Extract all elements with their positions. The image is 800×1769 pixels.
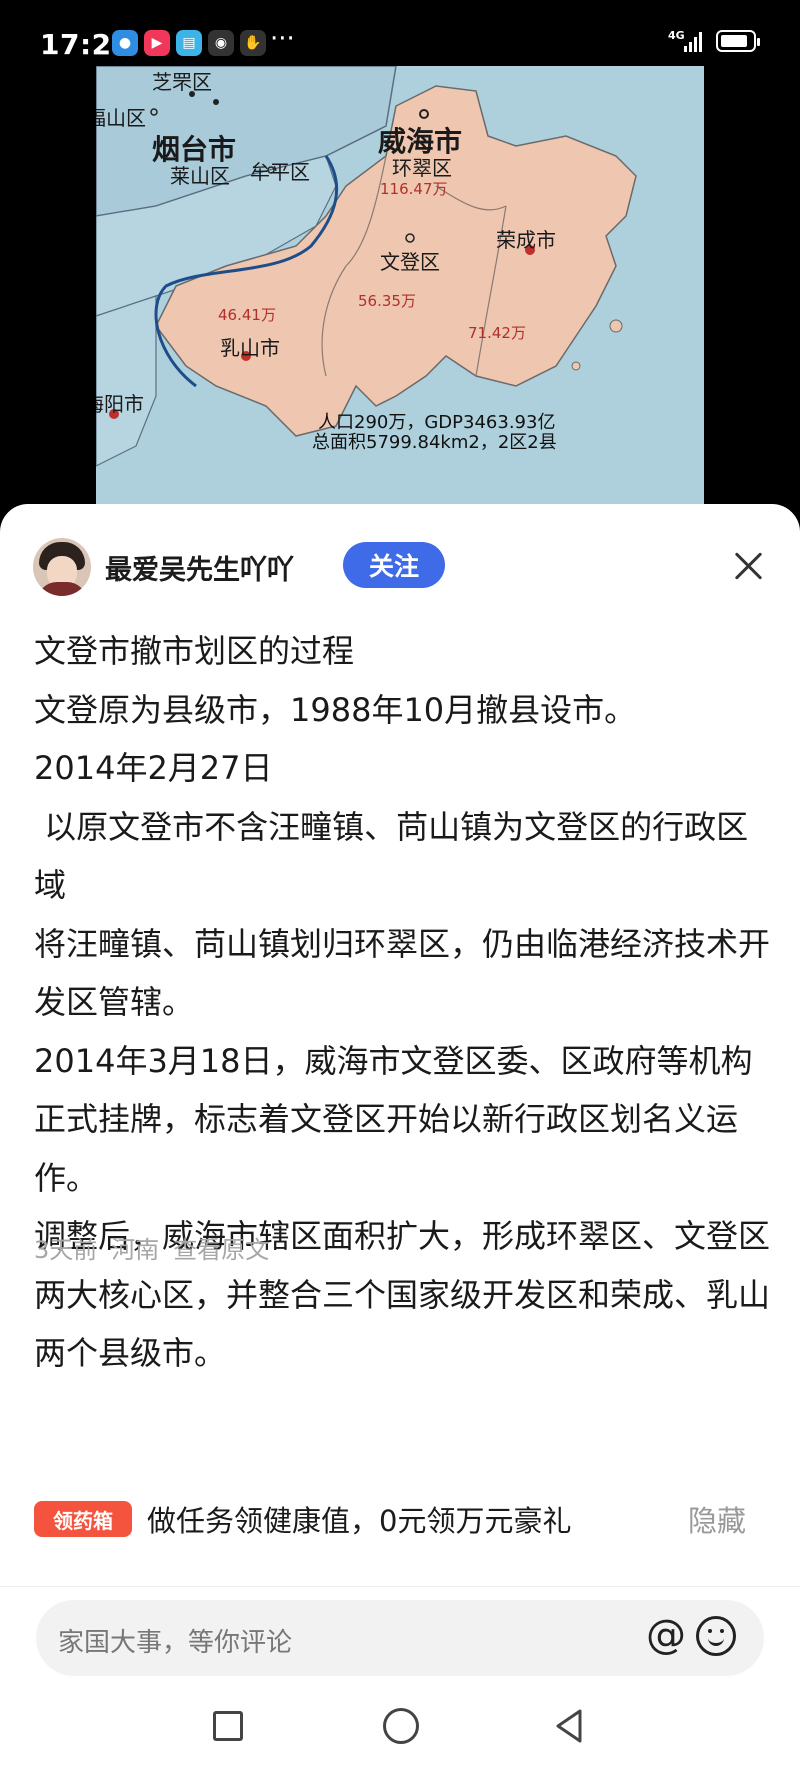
- map-label-huancui-pop: 116.47万: [380, 180, 448, 198]
- map-label-fushan: 福山区: [96, 106, 146, 130]
- post-paragraph: 将汪疃镇、苘山镇划归环翠区，仍由临港经济技术开发区管辖。: [34, 924, 771, 1022]
- video-app-icon: ▶: [144, 30, 170, 56]
- map-label-zhifu: 芝罘区: [152, 70, 212, 94]
- post-sheet: 最爱吴先生吖吖 关注 文登市撤市划区的过程 文登原为县级市，1988年10月撤县…: [0, 504, 800, 1769]
- map-label-huancui: 环翠区: [392, 156, 452, 180]
- notification-icons: ● ▶ ▤ ◉ ✋: [112, 30, 266, 56]
- post-image-map[interactable]: 芝罘区 福山区 烟台市 莱山区 牟平区 威海市 环翠区 116.47万 荣成市 …: [96, 66, 704, 506]
- map-label-rushan: 乳山市: [220, 336, 280, 360]
- comment-input[interactable]: 家国大事，等你评论 @: [36, 1600, 764, 1676]
- map-label-wendeng: 文登区: [380, 250, 440, 274]
- battery-icon: [716, 30, 760, 52]
- reader-app-icon: ▤: [176, 30, 202, 56]
- map-label-rongcheng: 荣成市: [496, 228, 556, 252]
- map-stat-line2: 总面积5799.84km2，2区2县: [312, 432, 557, 453]
- post-paragraph: 文登市撤市划区的过程: [34, 632, 355, 670]
- post-paragraph: 2014年3月18日，威海市文登区委、区政府等机构正式挂牌，标志着文登区开始以新…: [34, 1041, 753, 1197]
- username[interactable]: 最爱吴先生吖吖: [105, 548, 294, 587]
- avatar[interactable]: [33, 538, 91, 596]
- post-body: 文登市撤市划区的过程 文登原为县级市，1988年10月撤县设市。 2014年2月…: [34, 622, 774, 1383]
- divider: [0, 1586, 800, 1587]
- close-icon[interactable]: [728, 546, 768, 586]
- system-nav-bar: [0, 1694, 800, 1769]
- post-paragraph: 2014年2月27日: [34, 749, 273, 787]
- post-meta: 3天前 河南 查看原文: [34, 1230, 283, 1265]
- more-notifications-icon: ···: [270, 24, 295, 54]
- map-label-rushan-pop: 46.41万: [218, 306, 276, 324]
- comment-placeholder: 家国大事，等你评论: [58, 1628, 293, 1658]
- mention-icon[interactable]: @: [646, 1612, 686, 1658]
- home-icon[interactable]: [383, 1708, 419, 1744]
- map-label-laishan: 莱山区: [170, 164, 230, 188]
- gesture-app-icon: ✋: [240, 30, 266, 56]
- post-paragraph: 以原文登市不含汪疃镇、苘山镇为文登区的行政区域: [34, 807, 749, 905]
- hide-button[interactable]: 隐藏: [688, 1498, 746, 1540]
- signal-icon: [684, 30, 702, 52]
- promo-text[interactable]: 做任务领健康值，0元领万元豪礼: [147, 1498, 571, 1540]
- browser-app-icon: ●: [112, 30, 138, 56]
- network-type: 4G: [668, 29, 685, 42]
- follow-button[interactable]: 关注: [343, 542, 445, 588]
- map-label-haiyang: 海阳市: [96, 392, 144, 416]
- status-bar: 17:25 ● ▶ ▤ ◉ ✋ ··· 4G: [0, 0, 800, 70]
- map-label-muping: 牟平区: [250, 160, 310, 184]
- promo-badge[interactable]: 领药箱: [34, 1501, 132, 1537]
- map-label-wendeng-pop: 56.35万: [358, 292, 416, 310]
- map-label-rongcheng-pop: 71.42万: [468, 324, 526, 342]
- post-paragraph: 文登原为县级市，1988年10月撤县设市。: [34, 690, 637, 729]
- emoji-icon[interactable]: [696, 1616, 736, 1656]
- back-icon[interactable]: [554, 1708, 584, 1744]
- post-location: 河南: [111, 1236, 160, 1264]
- view-original-link[interactable]: 查看原文: [173, 1236, 269, 1264]
- audio-app-icon: ◉: [208, 30, 234, 56]
- post-time: 3天前: [34, 1236, 98, 1264]
- recent-apps-icon[interactable]: [213, 1711, 243, 1741]
